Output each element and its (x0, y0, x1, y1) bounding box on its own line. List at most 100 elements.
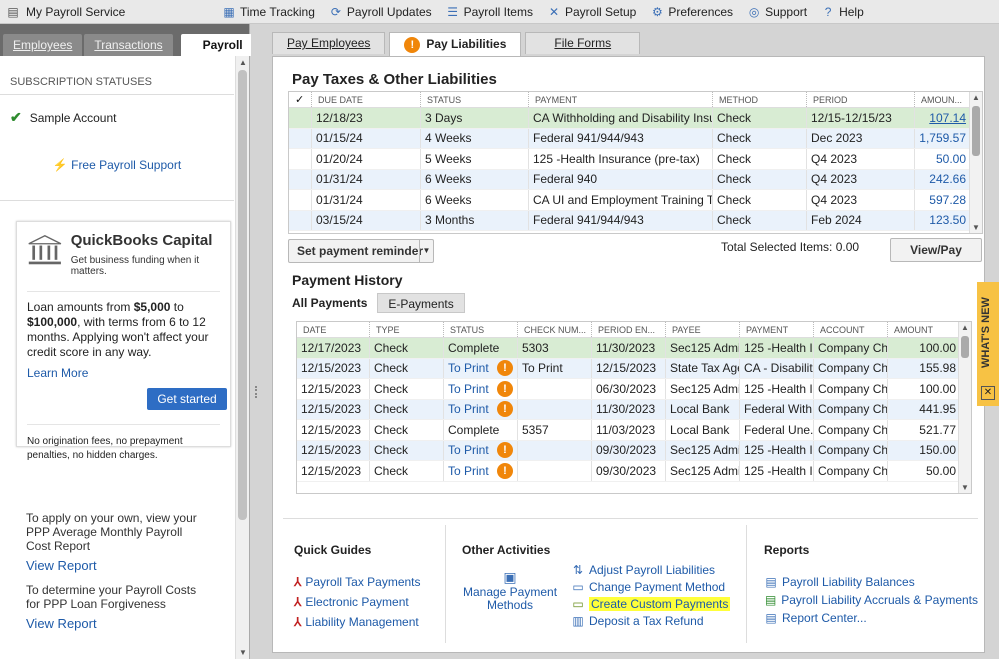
table-row[interactable]: 12/15/2023 Check To Print! 09/30/2023 Se… (297, 461, 971, 482)
report-center-link[interactable]: ▤ Report Center... (764, 611, 978, 625)
scroll-down-icon[interactable]: ▼ (239, 648, 247, 657)
adjust-payroll-liabilities-link[interactable]: ⇅ Adjust Payroll Liabilities (571, 563, 730, 577)
whats-new-tab[interactable]: WHAT'S NEW ✕ (977, 282, 999, 406)
excel-icon: ▤ (764, 593, 777, 607)
pdf-icon: ⅄ (294, 575, 302, 589)
table-row[interactable]: 12/17/2023 Check Complete 5303 11/30/202… (297, 338, 971, 359)
warning-icon: ! (497, 360, 513, 377)
table-row[interactable]: 01/31/24 6 Weeks CA UI and Employment Tr… (289, 190, 982, 211)
col-date[interactable]: DATE (297, 322, 369, 337)
deposit-tax-refund-link[interactable]: ▥ Deposit a Tax Refund (571, 614, 730, 628)
col-amount[interactable]: AMOUN... (914, 92, 970, 107)
panel-splitter[interactable] (251, 24, 262, 659)
bottom-section: Quick Guides ⅄ Payroll Tax Payments ⅄ Elec… (283, 518, 978, 648)
status-cell[interactable]: To Print! (443, 399, 517, 419)
tab-all-payments[interactable]: All Payments (292, 293, 378, 313)
learn-more-link[interactable]: Learn More (27, 366, 220, 380)
col-type[interactable]: TYPE (369, 322, 443, 337)
deposit-icon: ▥ (572, 614, 584, 628)
history-scroll-thumb[interactable] (961, 336, 969, 358)
scroll-down-icon[interactable]: ▼ (961, 483, 969, 492)
col-account[interactable]: ACCOUNT (813, 322, 887, 337)
table-row[interactable]: 12/15/2023 Check To Print! To Print 12/1… (297, 358, 971, 379)
status-cell[interactable]: To Print! (443, 440, 517, 460)
set-payment-reminder-button[interactable]: Set payment reminder ▼ (288, 239, 434, 263)
menu-support[interactable]: ◎ Support (747, 5, 807, 19)
scroll-up-icon[interactable]: ▲ (961, 323, 969, 332)
report-liability-balances[interactable]: ▤ Payroll Liability Balances (764, 575, 978, 589)
table-row[interactable]: 12/15/2023 Check To Print! 06/30/2023 Se… (297, 379, 971, 400)
right-tabs: Pay Employees ! Pay Liabilities File Form… (272, 32, 641, 56)
whats-new-label: WHAT'S NEW (980, 297, 992, 369)
get-started-button[interactable]: Get started (147, 388, 227, 410)
question-icon: ? (824, 4, 832, 19)
table-row[interactable]: 12/15/2023 Check Complete 5357 11/03/202… (297, 420, 971, 441)
liabilities-scroll-thumb[interactable] (972, 106, 980, 156)
tab-pay-liabilities[interactable]: ! Pay Liabilities (389, 32, 522, 56)
chevron-down-icon[interactable]: ▼ (419, 240, 433, 262)
table-row[interactable]: 01/31/24 6 Weeks Federal 940 Check Q4 20… (289, 169, 982, 190)
col-status[interactable]: STATUS (443, 322, 517, 337)
col-period-end[interactable]: PERIOD EN... (591, 322, 665, 337)
left-scrollbar[interactable]: ▲ ▼ (235, 56, 249, 659)
guide-electronic-payment[interactable]: ⅄ Electronic Payment (294, 595, 454, 609)
table-row[interactable]: 12/18/23 3 Days CA Withholding and Disab… (289, 108, 982, 129)
col-due-date[interactable]: DUE DATE (311, 92, 420, 107)
row-checkbox[interactable] (289, 108, 311, 128)
tab-file-forms[interactable]: File Forms (525, 32, 641, 54)
view-report-link-2[interactable]: View Report (26, 617, 208, 631)
table-row[interactable]: 12/15/2023 Check To Print! 11/30/2023 Lo… (297, 399, 971, 420)
col-amount[interactable]: AMOUNT (887, 322, 960, 337)
table-row[interactable]: 12/15/2023 Check To Print! 09/30/2023 Se… (297, 440, 971, 461)
row-checkbox[interactable] (289, 129, 311, 149)
col-payee[interactable]: PAYEE (665, 322, 739, 337)
subscription-title: SUBSCRIPTION STATUSES (0, 56, 234, 95)
col-status[interactable]: STATUS (420, 92, 528, 107)
amount-link[interactable]: 107.14 (914, 108, 970, 128)
menu-payroll-setup[interactable]: ✕ Payroll Setup (547, 5, 636, 19)
left-scroll-thumb[interactable] (238, 70, 247, 520)
scroll-up-icon[interactable]: ▲ (239, 58, 247, 67)
guide-liability-management[interactable]: ⅄ Liability Management (294, 615, 454, 629)
history-scrollbar[interactable]: ▲ ▼ (958, 322, 971, 493)
tab-pay-employees[interactable]: Pay Employees (272, 32, 386, 54)
view-pay-button[interactable]: View/Pay (890, 238, 982, 262)
report-liability-accruals[interactable]: ▤ Payroll Liability Accruals & Payments (764, 593, 978, 607)
row-checkbox[interactable] (289, 170, 311, 190)
liabilities-scrollbar[interactable]: ▲ ▼ (969, 92, 982, 233)
change-payment-method-link[interactable]: ▭ Change Payment Method (571, 580, 730, 594)
splitter-handle[interactable] (255, 386, 257, 398)
col-payment[interactable]: PAYMENT (528, 92, 712, 107)
table-row[interactable]: 01/15/24 4 Weeks Federal 941/944/943 Che… (289, 128, 982, 149)
close-icon[interactable]: ✕ (981, 386, 995, 400)
tab-employees[interactable]: Employees (3, 34, 83, 56)
free-support-link[interactable]: ⚡ Free Payroll Support (0, 140, 234, 201)
scroll-down-icon[interactable]: ▼ (972, 223, 980, 232)
table-row[interactable]: 01/20/24 5 Weeks 125 -Health Insurance (… (289, 149, 982, 170)
status-cell[interactable]: To Print! (443, 461, 517, 481)
col-check-num[interactable]: CHECK NUM... (517, 322, 591, 337)
view-report-link-1[interactable]: View Report (26, 559, 208, 573)
menu-payroll-items[interactable]: ☰ Payroll Items (446, 5, 533, 19)
select-all-checkbox[interactable]: ✓ (289, 92, 311, 107)
col-method[interactable]: METHOD (712, 92, 806, 107)
row-checkbox[interactable] (289, 211, 311, 231)
menu-help[interactable]: ? Help (821, 5, 864, 19)
menu-preferences[interactable]: ⚙ Preferences (650, 5, 733, 19)
left-content: SUBSCRIPTION STATUSES ✔ Sample Account ⚡… (0, 56, 234, 659)
status-cell[interactable]: To Print! (443, 379, 517, 399)
tab-transactions[interactable]: Transactions (84, 34, 173, 56)
guide-payroll-tax-payments[interactable]: ⅄ Payroll Tax Payments (294, 575, 454, 589)
col-payment[interactable]: PAYMENT (739, 322, 813, 337)
menu-payroll-updates[interactable]: ⟳ Payroll Updates (329, 5, 432, 19)
manage-payment-methods-link[interactable]: ▣ Manage Payment Methods (462, 570, 558, 612)
col-period[interactable]: PERIOD (806, 92, 914, 107)
create-custom-payments-link[interactable]: ▭ Create Custom Payments (571, 597, 731, 611)
tab-e-payments[interactable]: E-Payments (377, 293, 465, 313)
scroll-up-icon[interactable]: ▲ (972, 93, 980, 102)
table-row[interactable]: 03/15/24 3 Months Federal 941/944/943 Ch… (289, 210, 982, 231)
row-checkbox[interactable] (289, 190, 311, 210)
status-cell[interactable]: To Print! (443, 358, 517, 378)
row-checkbox[interactable] (289, 149, 311, 169)
menu-time-tracking[interactable]: ▦ Time Tracking (222, 5, 315, 19)
